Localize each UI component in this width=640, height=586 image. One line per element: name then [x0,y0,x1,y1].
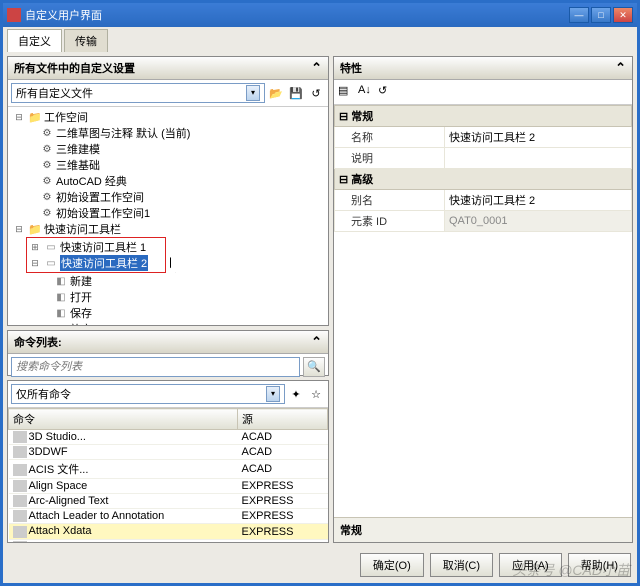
properties-panel: 特性 ⌃ ▤ A↓ ↺ ⊟ 常规 名称快速访问工具栏 2 说明 ⊟ 高级 别名快速… [333,56,633,543]
properties-grid[interactable]: ⊟ 常规 名称快速访问工具栏 2 说明 ⊟ 高级 别名快速访问工具栏 2 元素 … [334,105,632,232]
props-footer: 常规 [334,517,632,542]
tab-customize[interactable]: 自定义 [7,29,62,52]
props-title: 特性 [340,60,362,76]
collapse-icon[interactable]: ⌃ [311,334,322,350]
close-button[interactable]: ✕ [613,7,633,23]
chevron-down-icon[interactable]: ▾ [266,386,280,402]
open-icon[interactable]: 📂 [267,84,285,102]
sync-icon[interactable]: ↺ [307,84,325,102]
tab-bar: 自定义 传输 [3,27,637,52]
minimize-button[interactable]: — [569,7,589,23]
customization-tree[interactable]: ⊟工作空间 二维草图与注释 默认 (当前) 三维建模 三维基础 AutoCAD … [10,109,326,325]
command-row[interactable]: Arc-Aligned TextEXPRESS [9,494,328,509]
save-icon[interactable]: 💾 [287,84,305,102]
search-input[interactable] [11,357,300,377]
command-list-panel: 仅所有命令▾ ✦ ☆ 命令源 3D Studio...ACAD3DDWFACAD… [7,380,329,543]
title-bar: 自定义用户界面 — □ ✕ [3,3,637,27]
qat1-node[interactable]: 快速访问工具栏 1 [60,239,146,255]
cancel-button[interactable]: 取消(C) [430,553,493,577]
command-row[interactable]: ATTIPEDITACAD [9,539,328,542]
command-row[interactable]: Attach XdataEXPRESS [9,524,328,539]
command-list-header-panel: 命令列表: ⌃ 🔍 [7,330,329,376]
window-title: 自定义用户界面 [25,7,569,23]
search-icon[interactable]: 🔍 [303,357,325,377]
watermark: 头条号 @CAD小苗 [512,560,630,580]
chevron-down-icon[interactable]: ▾ [246,85,260,101]
command-row[interactable]: 3D Studio...ACAD [9,430,328,445]
panel-title: 所有文件中的自定义设置 [14,60,135,76]
command-row[interactable]: ACIS 文件...ACAD [9,460,328,479]
command-row[interactable]: Align SpaceEXPRESS [9,479,328,494]
collapse-icon[interactable]: ⌃ [311,60,322,76]
file-combo[interactable]: 所有自定义文件▾ [11,83,265,103]
maximize-button[interactable]: □ [591,7,611,23]
sort-icon[interactable]: A↓ [357,83,375,101]
cmdlist-title: 命令列表: [14,334,62,350]
app-icon [7,8,21,22]
new-cmd-icon[interactable]: ✦ [287,385,305,403]
command-row[interactable]: 3DDWFACAD [9,445,328,460]
qat2-node-selected[interactable]: 快速访问工具栏 2 [60,255,148,271]
categorize-icon[interactable]: ▤ [337,83,355,101]
reset-icon[interactable]: ↺ [377,83,395,101]
filter-combo[interactable]: 仅所有命令▾ [11,384,285,404]
tab-transfer[interactable]: 传输 [64,29,108,52]
ok-button[interactable]: 确定(O) [360,553,424,577]
command-row[interactable]: Attach Leader to AnnotationEXPRESS [9,509,328,524]
command-grid[interactable]: 命令源 3D Studio...ACAD3DDWFACADACIS 文件...A… [8,408,328,542]
collapse-icon[interactable]: ⌃ [615,60,626,76]
customizations-panel: 所有文件中的自定义设置 ⌃ 所有自定义文件▾ 📂 💾 ↺ ⊟工作空间 二维草图与注… [7,56,329,326]
find-icon[interactable]: ☆ [307,385,325,403]
